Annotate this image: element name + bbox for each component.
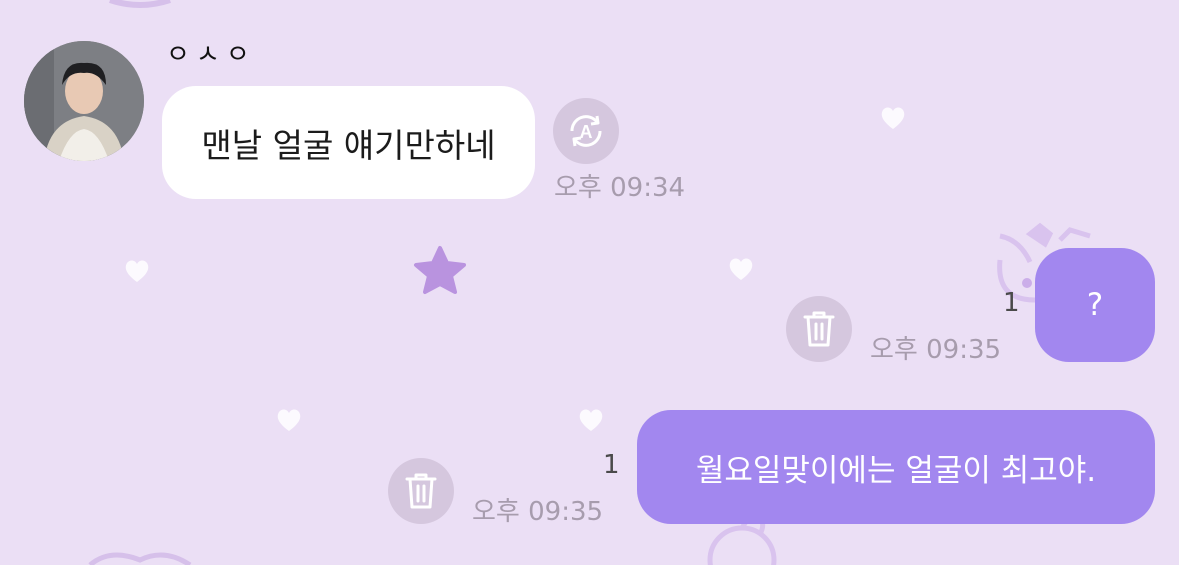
heart-decoration (729, 258, 753, 280)
trash-icon (803, 311, 835, 347)
outgoing-message-text: ? (1086, 287, 1104, 323)
outgoing-message-bubble[interactable]: 월요일맞이에는 얼굴이 최고야. (637, 410, 1155, 524)
translate-icon: A (570, 115, 602, 147)
heart-decoration (125, 260, 149, 282)
star-decoration (414, 246, 466, 294)
outgoing-message-time: 오후 09:35 (870, 335, 1002, 365)
unread-count: 1 (603, 450, 620, 480)
heart-decoration (277, 409, 301, 431)
outgoing-message-bubble[interactable]: ? (1035, 248, 1155, 362)
translate-button[interactable]: A (553, 98, 619, 164)
delete-button[interactable] (786, 296, 852, 362)
delete-button[interactable] (388, 458, 454, 524)
svg-text:A: A (580, 122, 593, 142)
heart-decoration (881, 107, 905, 129)
unread-count: 1 (1003, 288, 1020, 318)
sender-name: ㅇㅅㅇ (166, 40, 256, 70)
outgoing-message-time: 오후 09:35 (472, 497, 604, 527)
heart-decoration (579, 409, 603, 431)
incoming-message-text: 맨날 얼굴 얘기만하네 (201, 125, 496, 165)
trash-icon (405, 473, 437, 509)
sender-avatar[interactable] (24, 41, 144, 161)
profile-photo-icon (24, 41, 144, 161)
incoming-message-time: 오후 09:34 (554, 173, 686, 203)
incoming-message-bubble[interactable]: 맨날 얼굴 얘기만하네 (162, 86, 535, 199)
outgoing-message-text: 월요일맞이에는 얼굴이 최고야. (695, 452, 1097, 489)
